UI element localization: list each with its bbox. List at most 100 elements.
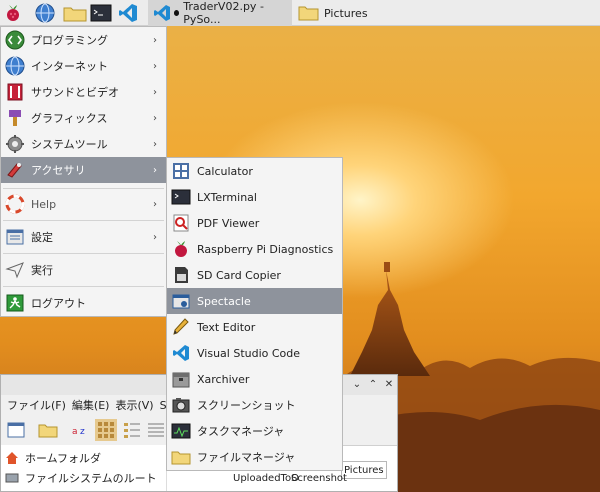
file-item[interactable]: UploadedToO <box>233 473 299 484</box>
menu-item-internet[interactable]: インターネット › <box>1 53 166 79</box>
submenu-item-spectacle[interactable]: Spectacle <box>167 288 342 314</box>
submenu-item-calculator[interactable]: Calculator <box>167 158 342 184</box>
submenu-item-label: Xarchiver <box>197 372 250 386</box>
submenu-item-sd-card-copier[interactable]: SD Card Copier <box>167 262 342 288</box>
drive-icon <box>5 473 19 483</box>
menu-edit[interactable]: 編集(E) <box>72 397 110 413</box>
folder-icon <box>63 7 87 22</box>
submenu-item-diagnostics[interactable]: Raspberry Pi Diagnostics <box>167 236 342 262</box>
menu-view[interactable]: 表示(V) <box>115 397 153 413</box>
menu-item-label: サウンドとビデオ <box>31 86 119 99</box>
submenu-item-lxterminal[interactable]: LXTerminal <box>167 184 342 210</box>
menu-item-label: ログアウト <box>31 297 86 310</box>
menu-item-logout[interactable]: ログアウト <box>1 290 166 316</box>
terminal-launcher[interactable] <box>90 2 112 24</box>
submenu-item-xarchiver[interactable]: Xarchiver <box>167 366 342 392</box>
vscode-icon <box>154 5 170 21</box>
submenu-item-label: Raspberry Pi Diagnostics <box>197 242 334 256</box>
taskbar-item-editor[interactable]: TraderV02.py - PySo... <box>148 0 292 26</box>
submenu-item-vscode[interactable]: Visual Studio Code <box>167 340 342 366</box>
accessories-submenu: Calculator LXTerminal PDF Viewer Raspber… <box>166 157 343 471</box>
svg-text:z: z <box>80 427 85 437</box>
menu-item-sound-video[interactable]: サウンドとビデオ › <box>1 79 166 105</box>
spectacle-icon <box>172 294 190 309</box>
maximize-button[interactable]: ⌃ <box>367 379 379 391</box>
menu-item-help[interactable]: Help › <box>1 191 166 217</box>
submenu-item-screenshot[interactable]: スクリーンショット <box>167 392 342 418</box>
vscode-launcher[interactable] <box>117 2 139 24</box>
sort-button[interactable]: az <box>69 419 91 441</box>
raspberry-icon <box>175 241 187 257</box>
submenu-item-pdf-viewer[interactable]: PDF Viewer <box>167 210 342 236</box>
menu-item-settings[interactable]: 設定 › <box>1 224 166 250</box>
menu-item-programming[interactable]: プログラミング › <box>1 27 166 53</box>
taskbar-item-pictures[interactable]: Pictures <box>294 0 434 26</box>
submenu-item-label: LXTerminal <box>197 190 257 204</box>
submenu-item-label: タスクマネージャ <box>197 425 285 438</box>
sidebar-item-root[interactable]: ファイルシステムのルート <box>5 469 157 487</box>
menu-item-label: プログラミング <box>31 34 108 47</box>
list-view-button[interactable] <box>145 419 167 441</box>
logout-icon <box>6 294 24 312</box>
submenu-item-label: Spectacle <box>197 294 251 308</box>
sound-video-icon <box>7 83 23 101</box>
submenu-item-label: Text Editor <box>197 320 256 334</box>
run-icon <box>5 262 24 279</box>
accessories-icon <box>7 163 22 178</box>
vscode-icon <box>119 4 137 22</box>
raspberry-menu-button[interactable] <box>2 2 24 24</box>
chevron-right-icon: › <box>153 112 157 124</box>
chevron-right-icon: › <box>153 34 157 46</box>
menu-item-run[interactable]: 実行 <box>1 257 166 283</box>
window-icon <box>7 422 25 438</box>
submenu-item-label: スクリーンショット <box>197 399 296 412</box>
gear-icon <box>6 135 24 153</box>
menu-file[interactable]: ファイル(F) <box>7 397 66 413</box>
submenu-item-label: ファイルマネージャ <box>197 451 296 464</box>
svg-text:a: a <box>72 427 78 437</box>
globe-icon <box>35 3 55 23</box>
menu-separator <box>3 220 164 221</box>
submenu-item-label: Calculator <box>197 164 253 178</box>
minimize-button[interactable]: ⌄ <box>351 379 363 391</box>
compact-view-button[interactable] <box>121 419 143 441</box>
menu-item-label: アクセサリ <box>31 164 86 177</box>
menu-separator <box>3 286 164 287</box>
globe-icon <box>5 56 25 76</box>
file-manager-launcher[interactable] <box>62 2 88 24</box>
archive-icon <box>172 372 190 388</box>
sidebar-item-home[interactable]: ホームフォルダ <box>5 449 101 467</box>
sidebar-item-label: ホームフォルダ <box>25 452 102 465</box>
sd-card-icon <box>175 267 188 283</box>
icon-view-button[interactable] <box>95 419 117 441</box>
path-bar[interactable]: Pictures <box>341 461 387 479</box>
settings-icon <box>6 229 24 245</box>
programming-icon <box>5 30 25 50</box>
chevron-right-icon: › <box>153 60 157 72</box>
menu-item-label: Help <box>31 197 57 211</box>
unsaved-indicator <box>173 10 180 16</box>
menu-item-accessories[interactable]: アクセサリ › <box>1 157 166 183</box>
new-folder-button[interactable] <box>37 419 59 441</box>
pdf-viewer-icon <box>173 214 189 232</box>
new-window-button[interactable] <box>5 419 27 441</box>
text-editor-icon <box>173 318 189 335</box>
menu-item-system-tools[interactable]: システムツール › <box>1 131 166 157</box>
submenu-item-task-manager[interactable]: タスクマネージャ <box>167 418 342 444</box>
submenu-item-text-editor[interactable]: Text Editor <box>167 314 342 340</box>
top-panel: TraderV02.py - PySo... Pictures <box>0 0 600 26</box>
sort-icon: az <box>72 427 85 437</box>
menu-item-graphics[interactable]: グラフィックス › <box>1 105 166 131</box>
file-item[interactable]: Screenshot <box>291 473 347 484</box>
menu-separator <box>3 253 164 254</box>
vscode-icon <box>173 345 189 361</box>
file-manager-sidebar: ホームフォルダ ファイルシステムのルート <box>1 445 167 491</box>
submenu-item-label: Visual Studio Code <box>197 346 301 360</box>
close-button[interactable]: ✕ <box>383 379 395 391</box>
browser-launcher[interactable] <box>34 2 56 24</box>
menu-item-label: インターネット <box>31 60 108 73</box>
submenu-item-label: SD Card Copier <box>197 268 281 282</box>
submenu-item-file-manager[interactable]: ファイルマネージャ <box>167 444 342 470</box>
chevron-right-icon: › <box>153 231 157 243</box>
screenshot-icon <box>172 398 190 413</box>
